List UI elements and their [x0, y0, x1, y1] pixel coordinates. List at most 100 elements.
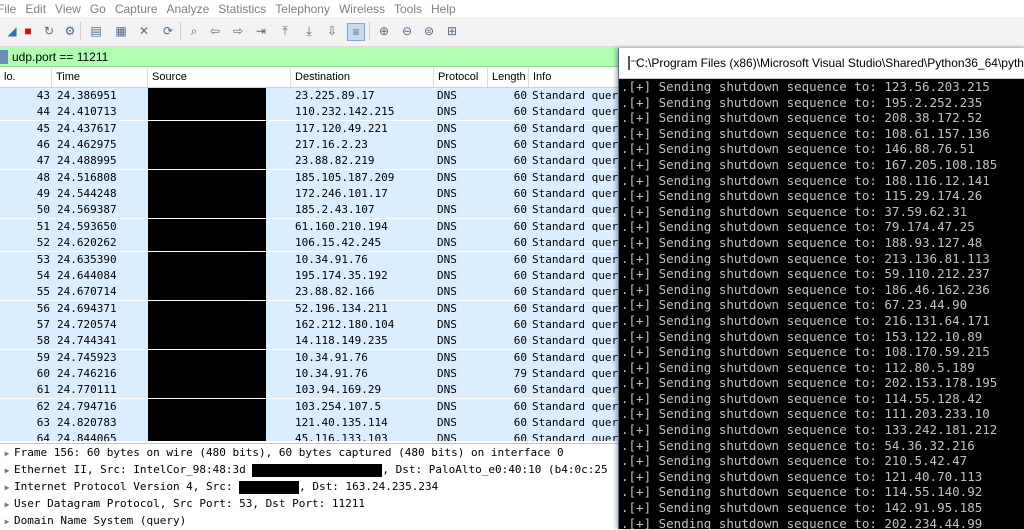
detail-ipv4[interactable]: ▶ Internet Protocol Version 4, Src: , Dst… [0, 478, 640, 495]
last-icon[interactable]: ⤓ [301, 23, 317, 39]
table-row[interactable]: 54 24.644084 195.174.35.192 DNS 60 Standard q… [0, 267, 640, 284]
console-line-ip: 114.55.140.92 [884, 484, 983, 500]
console-line: .[+] Sending shutdown sequence to: 114.5… [621, 391, 1024, 407]
console-line: .[+] Sending shutdown sequence to: 59.11… [621, 266, 1024, 282]
autoscroll-icon[interactable]: ⇩ [324, 23, 340, 39]
open-icon[interactable]: ▤ [88, 23, 104, 39]
column-time[interactable]: Time [52, 68, 148, 87]
reload-icon[interactable]: ⟳ [160, 23, 176, 39]
normal-size-icon[interactable]: ⊜ [421, 23, 437, 39]
table-row[interactable]: 46 24.462975 217.16.2.23 DNS 60 Standard quer [0, 137, 640, 154]
expand-arrow-icon[interactable]: ▶ [0, 479, 14, 496]
menu-wireless[interactable]: Wireless [339, 2, 394, 16]
expand-arrow-icon[interactable]: ▶ [0, 462, 14, 479]
column-source[interactable]: Source [148, 68, 291, 87]
console-line-prefix: .[+] Sending shutdown sequence to: [621, 344, 885, 360]
menu-capture[interactable]: Capture [115, 2, 167, 16]
table-row[interactable]: 49 24.544248 172.246.101.17 DNS 60 Standard q… [0, 186, 640, 203]
zoom-out-icon[interactable]: ⊖ [399, 23, 415, 39]
display-filter-input[interactable] [12, 49, 612, 64]
table-row[interactable]: 43 24.386951 23.225.89.17 DNS 60 Standard que… [0, 88, 640, 104]
table-row[interactable]: 60 24.746216 10.34.91.76 DNS 79 Standard quer [0, 365, 640, 382]
menu-telephony[interactable]: Telephony [275, 2, 339, 16]
packet-number: 48 [36, 170, 50, 184]
expand-arrow-icon[interactable]: ▶ [0, 496, 14, 513]
table-row[interactable]: 58 24.744341 14.118.149.235 DNS 60 Standard q… [0, 333, 640, 350]
console-line-prefix: .[+] Sending shutdown sequence to: [621, 79, 885, 94]
restart-icon[interactable]: ↻ [41, 23, 57, 39]
menu-analyze[interactable]: Analyze [167, 2, 219, 16]
bookmark-icon[interactable] [0, 49, 8, 64]
detail-frame[interactable]: ▶ Frame 156: 60 bytes on wire (480 bits),… [0, 444, 640, 461]
console-title-bar[interactable]: C:\Program Files (x86)\Microsoft Visual … [619, 48, 1024, 79]
table-row[interactable]: 48 24.516808 185.105.187.209 DNS 60 Standard … [0, 169, 640, 186]
console-line-prefix: .[+] Sending shutdown sequence to: [621, 484, 885, 500]
expand-arrow-icon[interactable]: ▶ [0, 445, 14, 462]
expand-arrow-icon[interactable]: ▶ [0, 513, 14, 530]
save-icon[interactable]: ▦ [113, 23, 129, 39]
packet-length: 60 [513, 170, 527, 184]
console-line-prefix: .[+] Sending shutdown sequence to: [621, 250, 885, 266]
packet-destination: 23.88.82.219 [295, 154, 375, 168]
resize-columns-icon[interactable]: ⊞ [444, 23, 460, 39]
menu-file[interactable]: File [0, 2, 25, 16]
packet-time: 24.820783 [57, 416, 117, 429]
column-length[interactable]: Length [488, 68, 529, 87]
forward-icon[interactable]: ⇨ [230, 23, 246, 39]
back-icon[interactable]: ⇦ [207, 23, 223, 39]
source-redacted [148, 153, 266, 170]
zoom-in-icon[interactable]: ⊕ [376, 23, 392, 39]
table-row[interactable]: 59 24.745923 10.34.91.76 DNS 60 Standard quer [0, 349, 640, 366]
packet-length: 60 [513, 416, 527, 429]
console-line-ip: 142.91.95.185 [884, 500, 983, 516]
menu-go[interactable]: Go [90, 2, 115, 16]
table-row[interactable]: 56 24.694371 52.196.134.211 DNS 60 Standard q… [0, 300, 640, 317]
table-row[interactable]: 61 24.770111 103.94.169.29 DNS 60 Standard qu… [0, 382, 640, 399]
console-line-prefix: .[+] Sending shutdown sequence to: [621, 375, 885, 391]
table-row[interactable]: 47 24.488995 23.88.82.219 DNS 60 Standard que… [0, 153, 640, 170]
first-icon[interactable]: ⤒ [277, 23, 293, 39]
shark-fin-icon[interactable]: ◢ [4, 23, 20, 39]
table-row[interactable]: 63 24.820783 121.40.135.114 DNS 60 Standard q… [0, 415, 640, 431]
find-icon[interactable]: ⌕ [186, 23, 202, 39]
menu-help[interactable]: Help [431, 2, 465, 16]
close-file-icon[interactable]: ✕ [136, 23, 152, 39]
table-row[interactable]: 55 24.670714 23.88.82.166 DNS 60 Standard que… [0, 284, 640, 301]
table-row[interactable]: 51 24.593650 61.160.210.194 DNS 60 Standard q… [0, 218, 640, 235]
table-row[interactable]: 57 24.720574 162.212.180.104 DNS 60 Standard … [0, 316, 640, 333]
detail-udp[interactable]: ▶ User Datagram Protocol, Src Port: 53, D… [0, 495, 640, 512]
table-row[interactable]: 64 24.844065 45.116.133.103 DNS 60 Standard q… [0, 431, 640, 441]
packet-length: 60 [513, 383, 527, 397]
packet-details: ▶ Frame 156: 60 bytes on wire (480 bits),… [0, 443, 640, 530]
packet-number: 55 [36, 285, 50, 299]
console-line: .[+] Sending shutdown sequence to: 114.5… [621, 484, 1024, 500]
packet-protocol: DNS [437, 219, 457, 233]
table-row[interactable]: 53 24.635390 10.34.91.76 DNS 60 Standard quer [0, 251, 640, 268]
console-line-ip: 202.234.44.99 [884, 515, 983, 529]
detail-dns[interactable]: ▶ Domain Name System (query) [0, 512, 640, 529]
stop-icon[interactable]: ■ [20, 23, 36, 39]
menu-tools[interactable]: Tools [394, 2, 431, 16]
packet-time: 24.410713 [57, 105, 117, 119]
table-row[interactable]: 62 24.794716 103.254.107.5 DNS 60 Standard qu… [0, 398, 640, 415]
column-protocol[interactable]: Protocol [434, 68, 488, 87]
console-line: .[+] Sending shutdown sequence to: 146.8… [621, 141, 1024, 157]
menu-view[interactable]: View [55, 2, 90, 16]
table-row[interactable]: 45 24.437617 117.120.49.221 DNS 60 Standard q… [0, 120, 640, 137]
detail-ethernet[interactable]: ▶ Ethernet II, Src: IntelCor_98:48:3d , D… [0, 461, 640, 478]
packet-protocol: DNS [437, 138, 457, 152]
options-icon[interactable]: ⚙ [62, 23, 78, 39]
packet-length: 60 [513, 399, 527, 413]
column-no[interactable]: lo. [0, 68, 52, 87]
menu-statistics[interactable]: Statistics [218, 2, 275, 16]
packet-time: 24.720574 [57, 317, 117, 331]
goto-icon[interactable]: ⇥ [253, 23, 269, 39]
colorize-icon[interactable]: ≡ [347, 23, 365, 41]
table-row[interactable]: 50 24.569387 185.2.43.107 DNS 60 Standard que… [0, 202, 640, 219]
table-row[interactable]: 52 24.620262 106.15.42.245 DNS 60 Standard qu… [0, 235, 640, 252]
table-row[interactable]: 44 24.410713 110.232.142.215 DNS 60 Standard … [0, 104, 640, 121]
menu-edit[interactable]: Edit [25, 2, 55, 16]
column-destination[interactable]: Destination [291, 68, 434, 87]
packet-list[interactable]: 43 24.386951 23.225.89.17 DNS 60 Standard que… [0, 88, 640, 441]
packet-protocol: DNS [437, 187, 457, 201]
